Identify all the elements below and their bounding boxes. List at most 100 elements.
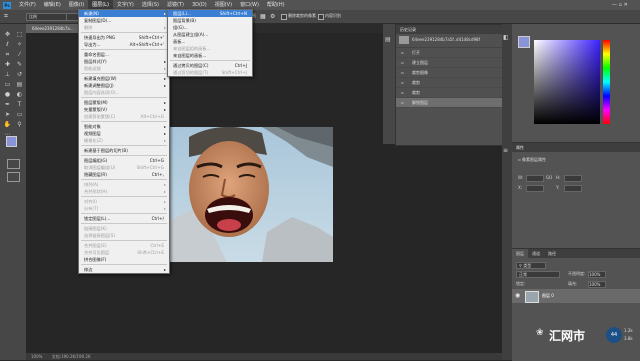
menu-item[interactable]: 修边 ▸ — [79, 266, 169, 273]
delete-pixels-checkbox[interactable] — [281, 14, 287, 20]
submenu-arrow-icon: ▸ — [163, 267, 166, 272]
eye-icon[interactable]: ◉ — [515, 292, 520, 299]
menu-item[interactable]: 图层蒙版(M) ▸ — [79, 99, 169, 106]
menu-item[interactable]: 图层编组(G) Ctrl+G — [79, 157, 169, 164]
stamp-icon[interactable]: ⊥ — [2, 70, 13, 79]
history-item[interactable]: ▫ 裁剪 — [396, 78, 503, 88]
y-field[interactable] — [564, 185, 582, 192]
blend-mode-select[interactable]: 正常 — [516, 271, 560, 278]
blur-icon[interactable]: ● — [2, 90, 13, 99]
properties-panel-icon[interactable]: ≡ — [503, 147, 511, 154]
menu-item[interactable]: 图层(L)... Shift+Ctrl+N — [168, 10, 252, 17]
window-controls[interactable]: — ▫ ✕ — [612, 2, 636, 8]
menu-item[interactable]: 新建填充图层(W) ▸ — [79, 75, 169, 82]
layer-filter-select[interactable]: ⚲ 类型 — [516, 262, 546, 269]
ratio-select[interactable]: 比例 — [26, 13, 68, 21]
menu-item[interactable]: 导出为... Alt+Shift+Ctrl+' — [79, 41, 169, 48]
history-step-icon: ▫ — [401, 90, 404, 95]
fill-field[interactable]: 100% — [588, 281, 606, 288]
menu-item[interactable]: 图层背景(B) — [168, 17, 252, 24]
brush-icon[interactable]: ✎ — [14, 60, 25, 69]
menu-help[interactable]: 帮助(H) — [263, 0, 289, 10]
color-panel-foreground[interactable] — [518, 36, 530, 48]
eraser-icon[interactable]: ▭ — [2, 80, 13, 89]
menu-item[interactable]: 画板... — [168, 38, 252, 45]
color-picker-field[interactable] — [534, 40, 600, 124]
crop-icon[interactable]: ⌗ — [2, 50, 13, 59]
magic-wand-icon[interactable]: ✧ — [14, 40, 25, 49]
h-field[interactable] — [564, 175, 582, 182]
menu-item-label: 合并图层(E) — [84, 243, 107, 248]
menu-item[interactable]: 新建基于图层的切片(B) — [79, 147, 169, 154]
foreground-color-swatch[interactable] — [6, 136, 17, 147]
menu-item[interactable]: 组(G)... — [168, 24, 252, 31]
menu-item[interactable]: 锁定图层(L)... Ctrl+/ — [79, 215, 169, 222]
history-snapshot[interactable]: 64eee2391284b7a5f..d41d8cd98f — [396, 34, 503, 48]
layer-row[interactable]: ◉ 图层 0 — [512, 289, 640, 303]
hand-icon[interactable]: ✋ — [2, 120, 13, 129]
menu-file[interactable]: 文件(F) — [15, 0, 40, 10]
properties-tab[interactable]: 属性 — [512, 143, 640, 152]
layer-menu-dropdown: 新建(N) ▸ 复制图层(D)... 删除 ▸ 快速导出为 PNG Shift+Ctrl+'… — [78, 9, 170, 274]
gear-icon[interactable]: ⚙ — [270, 13, 275, 20]
history-item-selected[interactable]: ▫ 解锁图层 — [396, 98, 503, 108]
zoom-icon[interactable]: ⚲ — [14, 120, 25, 129]
menu-item[interactable]: 矢量蒙版(V) ▸ — [79, 106, 169, 113]
menu-item[interactable]: 来自图层的画板... — [168, 52, 252, 59]
type-icon[interactable]: T — [14, 100, 25, 109]
dodge-icon[interactable]: ◐ — [14, 90, 25, 99]
lasso-tool-icon[interactable]: ℓ — [2, 40, 13, 49]
history-step-icon: ▫ — [401, 80, 404, 85]
history-item[interactable]: ▫ 裁剪 — [396, 88, 503, 98]
submenu-arrow-icon: ▸ — [163, 124, 166, 129]
pen-icon[interactable]: ✒ — [2, 100, 13, 109]
history-item[interactable]: ▫ 建立图层 — [396, 58, 503, 68]
crop-tool-icon[interactable]: ⌗ — [4, 12, 12, 20]
menu-item: 分布(T) ▸ — [79, 205, 169, 212]
move-tool-icon[interactable]: ✥ — [2, 30, 13, 39]
menu-item[interactable]: 视频图层 ▸ — [79, 130, 169, 137]
screen-mode-icon[interactable] — [7, 172, 20, 182]
content-aware-checkbox[interactable] — [318, 14, 324, 20]
menu-item[interactable]: 智能对象 ▸ — [79, 123, 169, 130]
tab-channels[interactable]: 通道 — [528, 249, 544, 258]
eyedropper-icon[interactable]: ⁄ — [14, 50, 25, 59]
delete-pixels-label: 删除裁剪的像素 — [288, 13, 316, 18]
zoom-level[interactable]: 100% — [26, 354, 42, 359]
gradient-icon[interactable]: ▤ — [14, 80, 25, 89]
menu-item[interactable]: 通过拷贝的图层(C) Ctrl+J — [168, 62, 252, 69]
menu-item-shortcut: Shift+Ctrl+N — [219, 11, 247, 16]
menu-item[interactable]: 从图层建立组(A)... — [168, 31, 252, 38]
hue-slider[interactable] — [603, 40, 610, 124]
history-item[interactable]: ▫ 打开 — [396, 48, 503, 58]
menu-item[interactable]: 图层样式(Y) ▸ — [79, 58, 169, 65]
menu-item[interactable]: 新建调整图层(J) ▸ — [79, 82, 169, 89]
menu-item[interactable]: 新建(N) ▸ — [79, 10, 169, 17]
marquee-tool-icon[interactable]: ⬚ — [14, 30, 25, 39]
tab-layers[interactable]: 图层 — [512, 249, 528, 258]
menu-item[interactable]: 快速导出为 PNG Shift+Ctrl+' — [79, 34, 169, 41]
properties-subtitle: 像素图层属性 — [521, 157, 546, 162]
healing-brush-icon[interactable]: ✚ — [2, 60, 13, 69]
menu-item-label: 拼合图像(F) — [84, 257, 107, 262]
canvas-image[interactable] — [167, 127, 333, 262]
history-item[interactable]: ▫ 裁剪图像 — [396, 68, 503, 78]
menu-item[interactable]: 隐藏图层(R) Ctrl+, — [79, 171, 169, 178]
menu-item[interactable]: 复制图层(D)... — [79, 17, 169, 24]
history-tab[interactable]: 历史记录 — [396, 25, 503, 34]
quick-mask-icon[interactable] — [7, 159, 20, 169]
menu-edit[interactable]: 编辑(E) — [40, 0, 65, 10]
color-panel-icon[interactable]: ◧ — [503, 34, 511, 41]
panel-toggle-icon[interactable]: ▤ — [385, 36, 393, 44]
opacity-field[interactable]: 100% — [588, 271, 606, 278]
x-field[interactable] — [526, 185, 544, 192]
menu-item[interactable]: 拼合图像(F) — [79, 256, 169, 263]
tab-paths[interactable]: 路径 — [544, 249, 560, 258]
history-brush-icon[interactable]: ↺ — [14, 70, 25, 79]
w-field[interactable] — [526, 175, 544, 182]
overlay-icon[interactable]: ▦ — [260, 13, 266, 20]
menu-separator — [81, 32, 167, 33]
menu-item[interactable]: 重命名图层... — [79, 51, 169, 58]
shape-icon[interactable]: ▭ — [14, 110, 25, 119]
path-select-icon[interactable]: ➤ — [2, 110, 13, 119]
